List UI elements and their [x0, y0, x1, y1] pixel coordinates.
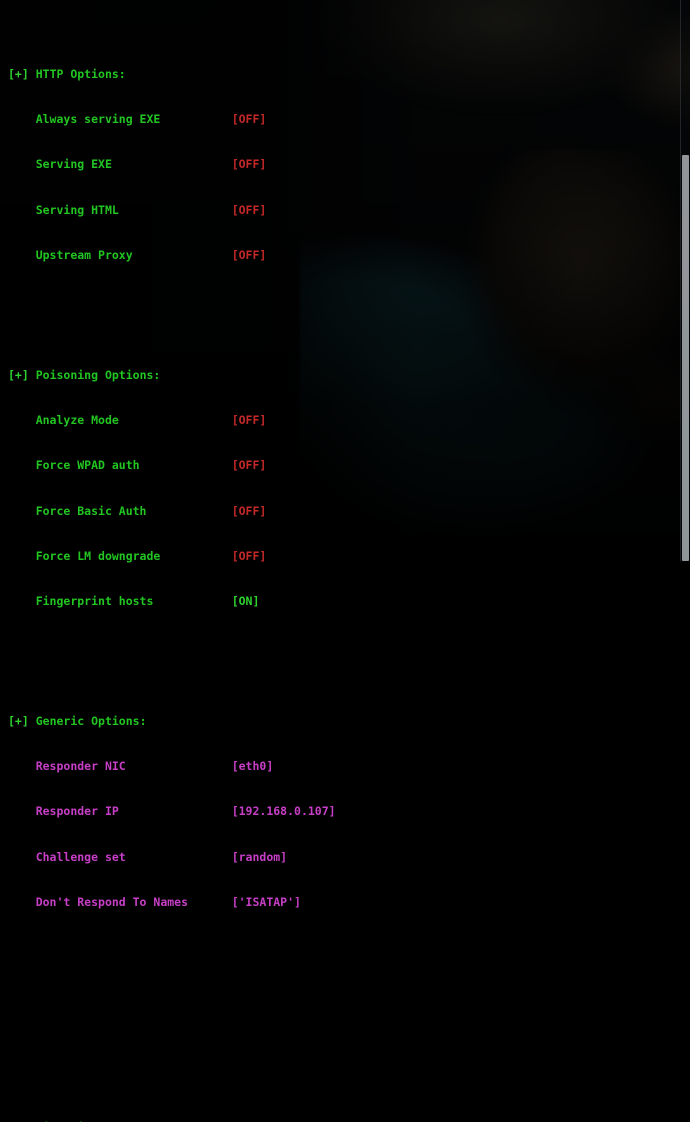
- option-label: Analyze Mode: [36, 413, 232, 428]
- option-row-dont-respond-to-names: Don't Respond To Names['ISATAP']: [0, 895, 690, 910]
- option-row-challenge-set: Challenge set[random]: [0, 850, 690, 865]
- spacer: [0, 639, 690, 654]
- option-value: [eth0]: [232, 759, 274, 773]
- option-row-analyze-mode: Analyze Mode[OFF]: [0, 413, 690, 428]
- option-value: [OFF]: [232, 458, 267, 472]
- section-marker: [+]: [8, 67, 29, 81]
- vertical-scrollbar-thumb[interactable]: [682, 155, 689, 561]
- option-row-serving-html: Serving HTML[OFF]: [0, 203, 690, 218]
- option-label: Serving HTML: [36, 203, 232, 218]
- option-label: Always serving EXE: [36, 112, 232, 127]
- option-label: Responder NIC: [36, 759, 232, 774]
- listening-line: [+] Listening for events ...: [0, 1120, 690, 1122]
- option-label: Fingerprint hosts: [36, 594, 232, 609]
- option-label: Challenge set: [36, 850, 232, 865]
- option-label: Don't Respond To Names: [36, 895, 232, 910]
- option-label: Serving EXE: [36, 157, 232, 172]
- option-row-force-basic-auth: Force Basic Auth[OFF]: [0, 504, 690, 519]
- option-value: ['ISATAP']: [232, 895, 301, 909]
- option-row-responder-nic: Responder NIC[eth0]: [0, 759, 690, 774]
- section-header-poisoning: [+] Poisoning Options:: [0, 368, 690, 383]
- option-value: [OFF]: [232, 112, 267, 126]
- option-value: [ON]: [232, 594, 260, 608]
- spacer: [0, 1045, 690, 1060]
- option-label: Force LM downgrade: [36, 549, 232, 564]
- option-value: [OFF]: [232, 203, 267, 217]
- option-row-responder-ip: Responder IP[192.168.0.107]: [0, 804, 690, 819]
- spacer: [0, 955, 690, 970]
- option-label: Upstream Proxy: [36, 248, 232, 263]
- option-value: [OFF]: [232, 504, 267, 518]
- option-row-upstream-proxy: Upstream Proxy[OFF]: [0, 248, 690, 263]
- section-header-http: [+] HTTP Options:: [0, 67, 690, 82]
- option-value: [random]: [232, 850, 287, 864]
- section-title: HTTP Options:: [36, 67, 126, 81]
- section-header-generic: [+] Generic Options:: [0, 714, 690, 729]
- section-marker: [+]: [8, 368, 29, 382]
- option-row-serving-exe: Serving EXE[OFF]: [0, 157, 690, 172]
- option-row-fingerprint-hosts: Fingerprint hosts[ON]: [0, 594, 690, 609]
- spacer: [0, 293, 690, 308]
- vertical-scrollbar-track[interactable]: [680, 0, 690, 561]
- section-marker: [+]: [8, 714, 29, 728]
- option-value: [OFF]: [232, 157, 267, 171]
- section-title: Poisoning Options:: [36, 368, 161, 382]
- listening-marker: [+]: [8, 1120, 29, 1122]
- spacer: [0, 1000, 690, 1015]
- section-title: Generic Options:: [36, 714, 147, 728]
- option-row-always-serving-exe: Always serving EXE[OFF]: [0, 112, 690, 127]
- option-label: Force Basic Auth: [36, 504, 232, 519]
- option-label: Force WPAD auth: [36, 458, 232, 473]
- option-label: Responder IP: [36, 804, 232, 819]
- option-row-force-wpad-auth: Force WPAD auth[OFF]: [0, 458, 690, 473]
- option-value: [OFF]: [232, 413, 267, 427]
- terminal-output[interactable]: [+] HTTP Options: Always serving EXE[OFF…: [0, 0, 690, 561]
- listening-text: Listening for events ...: [36, 1120, 202, 1122]
- option-value: [192.168.0.107]: [232, 804, 336, 818]
- option-value: [OFF]: [232, 248, 267, 262]
- option-row-force-lm-downgrade: Force LM downgrade[OFF]: [0, 549, 690, 564]
